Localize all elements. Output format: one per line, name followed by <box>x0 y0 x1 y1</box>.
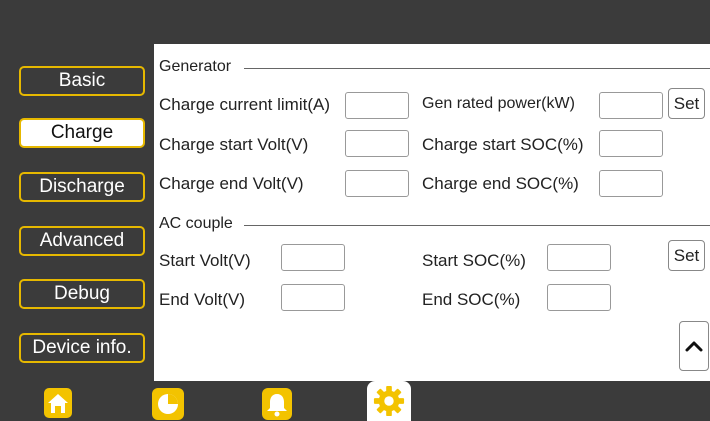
sidebar-item-charge[interactable]: Charge <box>19 118 145 148</box>
charge-current-limit-field[interactable] <box>345 92 409 119</box>
charge-end-volt-label: Charge end Volt(V) <box>159 174 304 193</box>
charge-current-limit-label: Charge current limit(A) <box>159 95 330 114</box>
end-volt-label: End Volt(V) <box>159 290 245 309</box>
end-soc-label: End SOC(%) <box>422 290 521 309</box>
ac-couple-divider <box>244 225 710 226</box>
start-soc-field[interactable] <box>547 244 611 271</box>
charge-start-soc-field[interactable] <box>599 130 663 157</box>
pie-chart-icon <box>152 388 184 420</box>
start-volt-label: Start Volt(V) <box>159 251 251 270</box>
gen-rated-power-field[interactable] <box>599 92 663 119</box>
sidebar-item-debug[interactable]: Debug <box>19 279 145 309</box>
sidebar-item-discharge[interactable]: Discharge <box>19 172 145 202</box>
sidebar-item-advanced[interactable]: Advanced <box>19 226 145 256</box>
start-volt-field[interactable] <box>281 244 345 271</box>
generator-section-title: Generator <box>159 58 238 76</box>
chevron-up-icon <box>685 341 703 352</box>
charge-end-soc-field[interactable] <box>599 170 663 197</box>
nav-alarms[interactable] <box>261 388 293 421</box>
gear-icon <box>373 385 405 417</box>
charge-end-volt-field[interactable] <box>345 170 409 197</box>
charge-end-soc-label: Charge end SOC(%) <box>422 174 579 193</box>
ac-couple-section-title: AC couple <box>159 215 239 233</box>
charge-start-volt-field[interactable] <box>345 130 409 157</box>
screen: Basic Charge Discharge Advanced Debug De… <box>0 0 710 421</box>
charge-start-soc-label: Charge start SOC(%) <box>422 135 584 154</box>
settings-panel: Generator Charge current limit(A) Gen ra… <box>154 44 710 381</box>
sidebar-item-device-info[interactable]: Device info. <box>19 333 145 363</box>
charge-start-volt-label: Charge start Volt(V) <box>159 135 309 154</box>
nav-statistics[interactable] <box>152 388 184 421</box>
home-icon <box>44 388 72 418</box>
bell-icon <box>262 388 292 420</box>
start-soc-label: Start SOC(%) <box>422 251 526 270</box>
ac-couple-set-button[interactable]: Set <box>668 240 705 271</box>
sidebar-item-basic[interactable]: Basic <box>19 66 145 96</box>
nav-home[interactable] <box>42 388 74 421</box>
end-soc-field[interactable] <box>547 284 611 311</box>
end-volt-field[interactable] <box>281 284 345 311</box>
generator-divider <box>244 68 710 69</box>
nav-settings[interactable] <box>373 384 405 417</box>
scroll-up-button[interactable] <box>679 321 709 371</box>
gen-rated-power-label: Gen rated power(kW) <box>422 95 575 112</box>
generator-set-button[interactable]: Set <box>668 88 705 119</box>
